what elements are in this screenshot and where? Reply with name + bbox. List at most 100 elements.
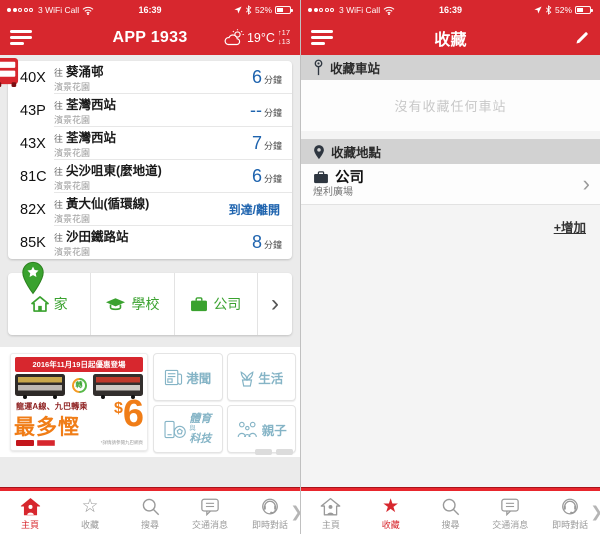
- route-origin: 濱景花園: [54, 180, 91, 191]
- eta-unit: 分鐘: [263, 174, 282, 184]
- tile-label: 生活: [258, 371, 284, 386]
- direction-prefix: 往: [54, 67, 64, 78]
- eta-value: 7: [251, 133, 262, 153]
- route-row[interactable]: 85K 往沙田鐵路站 濱景花園 8 分鐘: [8, 226, 292, 259]
- tab-label: 搜尋: [441, 519, 460, 530]
- route-destination: 葵涌邨: [66, 64, 104, 79]
- route-number: 82X: [20, 201, 46, 218]
- favorites-content: 收藏車站 沒有收藏任何車站 收藏地點 公司 煌利廣場 › +增加: [301, 55, 600, 487]
- shortcut-school[interactable]: 學校: [91, 273, 175, 335]
- edit-icon[interactable]: [574, 30, 590, 46]
- tab-search[interactable]: 搜尋: [120, 491, 180, 534]
- bluetooth-icon: [545, 5, 552, 15]
- route-row[interactable]: 81C 往尖沙咀東(麼地道) 濱景花園 6 分鐘: [8, 160, 292, 193]
- shortcut-company[interactable]: 公司: [175, 273, 258, 335]
- route-row[interactable]: 40X 往葵涌邨 濱景花園 6 分鐘: [8, 61, 292, 94]
- eta-unit: 分鐘: [263, 75, 282, 85]
- tab-label: 即時對話: [251, 519, 288, 530]
- route-number: 43X: [20, 135, 46, 152]
- section-favorite-stations: 收藏車站: [301, 55, 600, 80]
- direction-prefix: 往: [54, 100, 64, 111]
- tab-traffic-news[interactable]: 交通消息: [480, 491, 540, 534]
- route-destination: 尖沙咀東(麼地道): [66, 163, 162, 178]
- tile-life[interactable]: 生活: [226, 353, 296, 401]
- tab-search[interactable]: 搜尋: [421, 491, 481, 534]
- route-destination: 荃灣西站: [66, 97, 117, 112]
- tile-news[interactable]: 港聞: [153, 353, 223, 401]
- route-number: 85K: [20, 234, 46, 251]
- location-icon: [534, 6, 542, 14]
- section-title: 收藏車站: [330, 62, 381, 76]
- bus-stop-icon: [314, 59, 323, 76]
- weather-widget[interactable]: 19°C ↑17 ↓13: [223, 28, 290, 46]
- eta-value: 6: [251, 67, 262, 87]
- lwb-logo: [16, 440, 34, 446]
- chat-lines-icon: [500, 497, 520, 517]
- favorite-places-card: 家 學校 公司 ›: [8, 261, 292, 335]
- empty-stations-message: 沒有收藏任何車站: [301, 80, 600, 131]
- tile-label: 港聞: [186, 371, 212, 386]
- direction-prefix: 往: [54, 166, 64, 177]
- section-title: 收藏地點: [331, 146, 382, 160]
- tab-home[interactable]: 主頁: [0, 491, 60, 534]
- temperature: 19°C: [246, 30, 275, 45]
- briefcase-icon: [314, 171, 328, 184]
- tab-traffic-news[interactable]: 交通消息: [180, 491, 240, 534]
- chevron-right-icon[interactable]: ›: [258, 273, 292, 335]
- tile-sports-tech[interactable]: 體育與科技: [153, 405, 223, 453]
- tab-label: 交通消息: [492, 519, 529, 530]
- section-favorite-places: 收藏地點: [301, 139, 600, 164]
- hidden-tile-stub: [255, 449, 272, 455]
- battery-percent: 52%: [554, 5, 572, 15]
- more-tabs-chevron: ❯: [590, 503, 600, 521]
- bus-icon: [0, 57, 19, 88]
- eta-unit: 分鐘: [263, 240, 282, 250]
- favorite-place-row[interactable]: 公司 煌利廣場 ›: [301, 164, 600, 205]
- ad-price: $6: [113, 393, 144, 435]
- tile-family[interactable]: 親子: [226, 405, 296, 453]
- ad-tagline: 最多慳: [14, 416, 80, 439]
- direction-prefix: 往: [54, 232, 64, 243]
- tab-bar: 主頁 ☆ 收藏 搜尋 交通消息 即時對話 ❯: [0, 491, 300, 534]
- eta-unit: 分鐘: [263, 108, 282, 118]
- tab-label: 即時對話: [552, 519, 589, 530]
- chevron-right-icon: ›: [582, 171, 590, 196]
- carrier-label: 3 WiFi Call: [339, 5, 381, 15]
- tab-favorites[interactable]: ★ 收藏: [361, 491, 421, 534]
- tab-label: 主頁: [321, 519, 340, 530]
- add-favorite-place-link[interactable]: +增加: [554, 221, 586, 235]
- briefcase-icon: [191, 296, 208, 311]
- page-title: 收藏: [434, 31, 467, 49]
- star-icon: ☆: [81, 496, 99, 517]
- search-icon: [141, 497, 160, 517]
- battery-icon: [575, 6, 593, 14]
- phone-ball-icon: [164, 420, 187, 438]
- shortcut-label: 公司: [213, 296, 242, 312]
- route-row[interactable]: 43P 往荃灣西站 濱景花園 -- 分鐘: [8, 94, 292, 127]
- tab-label: 搜尋: [140, 519, 159, 530]
- place-subtitle: 煌利廣場: [313, 186, 353, 198]
- battery-icon: [275, 6, 293, 14]
- ad-banner[interactable]: 2016年11月19日起優惠登場 轉 龍運A線、九巴轉乘 最多慳 $6 *詳情請…: [10, 353, 148, 451]
- favorites-screen-panel: 3 WiFi Call 16:39 52% 收藏 收藏車站 沒有收藏任何車站 收…: [300, 0, 600, 534]
- signal-dots-icon: [7, 8, 33, 12]
- place-title: 公司: [335, 169, 364, 186]
- route-origin: 濱景花園: [54, 147, 91, 158]
- menu-icon[interactable]: [311, 30, 333, 45]
- tab-bar: 主頁 ★ 收藏 搜尋 交通消息 即時對話 ❯: [301, 491, 600, 534]
- wifi-icon: [82, 6, 94, 15]
- app-screenshot: 3 WiFi Call 16:39 52% APP 1933 19°C ↑17 ↓…: [0, 0, 600, 534]
- search-icon: [441, 497, 460, 517]
- route-row[interactable]: 82X 往黃大仙(循環線) 濱景花園 到達/離開: [8, 193, 292, 226]
- route-origin: 濱景花園: [54, 114, 91, 125]
- tile-label: 親子: [261, 423, 287, 438]
- tab-label: 收藏: [80, 519, 99, 530]
- route-row[interactable]: 43X 往荃灣西站 濱景花園 7 分鐘: [8, 127, 292, 160]
- menu-icon[interactable]: [10, 30, 32, 45]
- tab-favorites[interactable]: ☆ 收藏: [60, 491, 120, 534]
- eta-list: 40X 往葵涌邨 濱景花園 6分鐘 43P 往荃灣西站 濱景花園 --分鐘: [8, 61, 292, 259]
- tab-home[interactable]: 主頁: [301, 491, 361, 534]
- more-tabs-chevron: ❯: [290, 503, 300, 521]
- newspaper-icon: [165, 369, 183, 385]
- interchange-badge: 轉: [71, 377, 87, 393]
